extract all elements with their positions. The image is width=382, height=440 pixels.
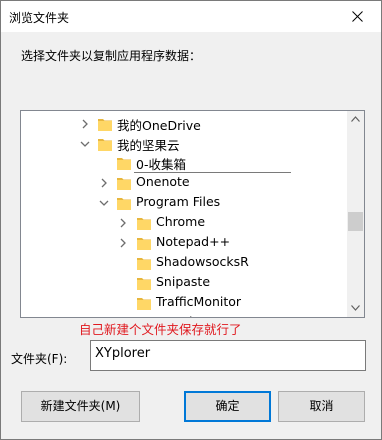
close-button[interactable] [335,1,381,32]
folder-tree[interactable]: 我的OneDrive 我的坚果云 0-收集箱 Onenote Program Files… [20,110,365,318]
chevron-down-icon[interactable] [99,198,109,208]
cancel-button[interactable]: 取消 [278,391,365,422]
tree-item[interactable]: Program Files [21,193,348,213]
instruction-text: 选择文件夹以复制应用程序数据： [21,49,202,63]
tree-item[interactable]: 0-收集箱 [21,153,348,173]
tree-item-label: 0-收集箱 [136,157,186,172]
tree-item[interactable]: Onenote [21,173,348,193]
chevron-right-icon[interactable] [118,218,128,228]
folder-icon [136,315,152,318]
folder-name-input[interactable]: XYplorer [90,340,366,371]
close-icon [352,11,363,22]
tree-item[interactable]: 我的OneDrive [21,114,348,134]
tree-item-label: ShadowsocksR [156,254,249,269]
tree-item-label: TranslucentTB [156,314,244,317]
window-title: 浏览文件夹 [9,11,70,25]
title-bar: 浏览文件夹 [1,1,381,32]
folder-icon [98,139,112,151]
chevron-down-icon[interactable] [80,139,90,149]
folder-icon [137,278,151,290]
annotation-note: 自己新建个文件夹保存就行了 [79,322,242,337]
tree-item-label: 我的坚果云 [117,138,180,153]
folder-icon [117,198,131,210]
scroll-thumb[interactable] [348,212,363,231]
folder-icon [98,119,112,131]
tree-item-label: Notepad++ [156,234,231,249]
tree-item[interactable]: TrafficMonitor [21,293,348,313]
folder-icon [137,218,151,230]
tree-item-label: Snipaste [156,274,211,289]
folder-field-label: 文件夹(F): [11,352,68,366]
scroll-down-button[interactable] [347,300,364,317]
ok-button[interactable]: 确定 [184,391,271,422]
chevron-right-icon[interactable] [80,119,90,129]
chevron-right-icon[interactable] [118,238,128,248]
tree-item[interactable]: 我的坚果云 [21,134,348,154]
tree-item-label: 我的OneDrive [117,118,201,133]
tree-item[interactable]: TranslucentTB [21,313,348,318]
folder-icon [117,178,131,190]
folder-icon [137,298,151,310]
browse-folder-dialog: 浏览文件夹 选择文件夹以复制应用程序数据： 我的OneDrive 我的坚果云 0-收… [0,0,382,440]
tree-item[interactable]: Snipaste [21,273,348,293]
tree-item[interactable]: Notepad++ [21,233,348,253]
tree-item-label: TrafficMonitor [156,294,242,309]
tree-item[interactable]: ShadowsocksR [21,253,348,273]
folder-icon [137,258,151,270]
chevron-right-icon[interactable] [99,178,109,188]
tree-item-label: Program Files [136,194,221,209]
tree-item-label: Chrome [156,214,206,229]
scroll-up-button[interactable] [347,111,364,128]
folder-icon [117,158,131,170]
chevron-down-icon [351,305,360,311]
vertical-scrollbar[interactable] [347,111,364,317]
tree-item-label: Onenote [136,174,190,189]
tree-item[interactable]: Chrome [21,213,348,233]
new-folder-button[interactable]: 新建文件夹(M) [21,391,140,422]
chevron-up-icon [351,116,360,122]
folder-icon [137,238,151,250]
